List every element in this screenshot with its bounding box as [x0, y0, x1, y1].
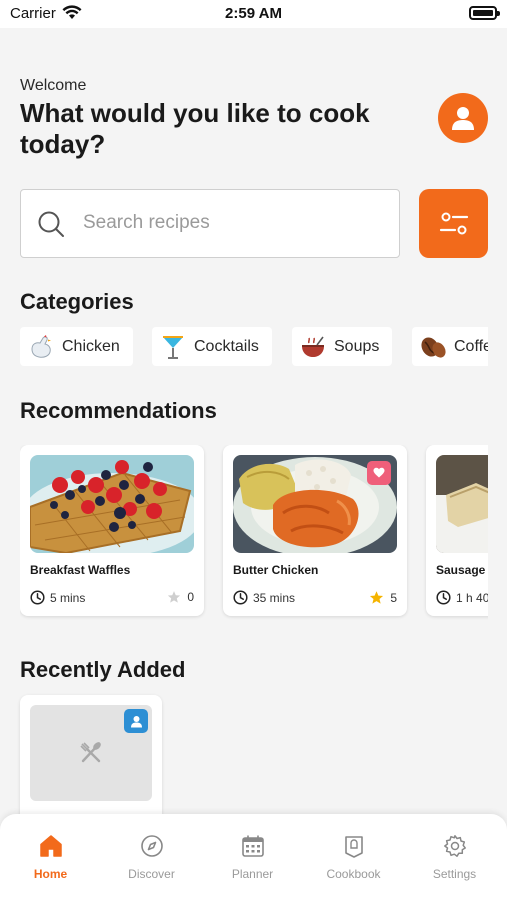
- recommendations-list: Breakfast Waffles 5 mins 0 Butter Chicke…: [20, 445, 488, 620]
- recipe-image: [436, 455, 488, 553]
- recipe-rating: 0: [167, 590, 194, 604]
- star-filled-icon: [370, 591, 384, 604]
- tab-discover[interactable]: Discover: [101, 814, 202, 900]
- recipe-rating-value: 5: [390, 590, 397, 605]
- recipe-time: 5 mins: [30, 590, 85, 605]
- category-chip-coffee[interactable]: Coffee: [412, 327, 488, 366]
- recently-added-heading: Recently Added: [20, 657, 186, 682]
- filter-sliders-icon: [439, 212, 468, 234]
- recipe-time-value: 5 mins: [50, 590, 86, 605]
- tab-settings[interactable]: Settings: [404, 814, 505, 900]
- calendar-icon: [241, 835, 264, 857]
- tab-label: Settings: [432, 867, 477, 881]
- recipe-image: [30, 455, 194, 553]
- search-box[interactable]: [20, 189, 400, 258]
- clock-time: 2:59 AM: [225, 5, 282, 22]
- welcome-label: Welcome: [20, 77, 87, 94]
- user-icon: [130, 715, 142, 727]
- page-title: What would you like to cook today?: [20, 98, 370, 159]
- tab-label: Planner: [231, 867, 274, 881]
- favorite-button[interactable]: [367, 461, 391, 485]
- tab-label: Discover: [128, 867, 175, 881]
- recipe-time-value: 1 h 40: [456, 590, 488, 605]
- profile-avatar-button[interactable]: [438, 93, 488, 143]
- owner-badge: [124, 709, 148, 733]
- categories-list: Chicken Cocktails Soups Coffe: [20, 327, 488, 367]
- tab-cookbook[interactable]: Cookbook: [303, 814, 404, 900]
- recipe-rating: 5: [369, 590, 397, 605]
- filter-button[interactable]: [419, 189, 488, 258]
- recipe-time: 35 mins: [233, 590, 295, 605]
- categories-heading: Categories: [20, 289, 134, 314]
- status-bar: Carrier 2:59 AM: [0, 0, 507, 28]
- category-label: Soups: [334, 337, 380, 355]
- category-label: Coffee: [454, 337, 488, 355]
- coffee-beans-icon: [420, 334, 446, 360]
- search-icon: [37, 210, 65, 243]
- tab-planner[interactable]: Planner: [202, 814, 303, 900]
- utensils-icon: [80, 742, 101, 763]
- soup-bowl-icon: [300, 334, 326, 360]
- recipe-card[interactable]: Butter Chicken 35 mins 5: [223, 445, 407, 616]
- bottom-tab-bar: Home Discover Planner Cookbook Settings: [0, 814, 507, 900]
- category-label: Cocktails: [194, 337, 259, 355]
- category-chip-chicken[interactable]: Chicken: [20, 327, 133, 366]
- clock-icon: [233, 590, 248, 605]
- tab-label: Cookbook: [326, 867, 381, 881]
- cookbook-icon: [344, 836, 363, 858]
- category-label: Chicken: [62, 337, 120, 355]
- cocktail-icon: [160, 334, 186, 360]
- tab-label: Home: [33, 867, 68, 881]
- compass-icon: [140, 835, 163, 857]
- clock-icon: [436, 590, 451, 605]
- recipe-time: 1 h 40: [436, 590, 488, 605]
- recipe-name: Breakfast Waffles: [30, 563, 131, 577]
- tab-home[interactable]: Home: [0, 814, 101, 900]
- recipe-card[interactable]: Sausage 1 h 40: [426, 445, 488, 616]
- chicken-icon: [28, 334, 54, 360]
- gear-icon: [443, 835, 466, 857]
- recipe-image-placeholder: [30, 705, 152, 801]
- recipe-name: Butter Chicken: [233, 563, 319, 577]
- home-icon: [39, 835, 62, 857]
- star-empty-icon: [168, 591, 181, 603]
- clock-icon: [30, 590, 45, 605]
- recipe-time-value: 35 mins: [253, 590, 296, 605]
- recipe-card[interactable]: Breakfast Waffles 5 mins 0: [20, 445, 204, 616]
- recommendations-heading: Recommendations: [20, 398, 217, 423]
- recipe-name: Sausage: [436, 563, 486, 577]
- recipe-rating-value: 0: [187, 590, 194, 604]
- recipe-image: [233, 455, 397, 553]
- category-chip-cocktails[interactable]: Cocktails: [152, 327, 272, 366]
- heart-icon: [373, 467, 385, 478]
- category-chip-soups[interactable]: Soups: [292, 327, 392, 366]
- battery-icon: [469, 6, 500, 20]
- search-input[interactable]: [83, 212, 383, 234]
- user-icon: [452, 107, 474, 130]
